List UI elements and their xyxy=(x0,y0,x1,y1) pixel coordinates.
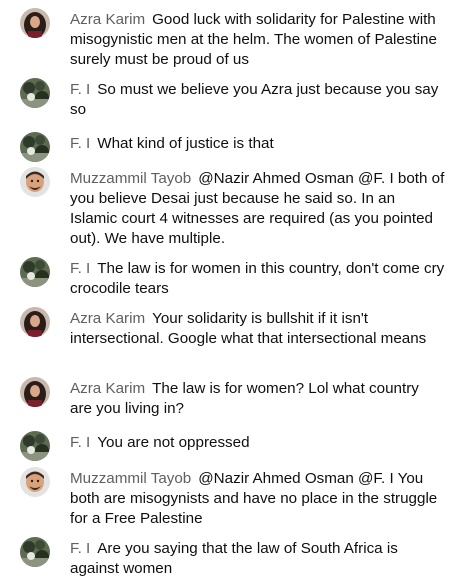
comment-text: You are not oppressed xyxy=(97,434,250,451)
comment: F. I So must we believe you Azra just bec… xyxy=(20,78,445,120)
landscape-avatar-icon[interactable] xyxy=(20,132,50,162)
woman-avatar-icon[interactable] xyxy=(20,8,50,38)
cartoon-man-avatar-icon[interactable] xyxy=(20,467,50,497)
comment: F. I You are not oppressed xyxy=(20,431,445,461)
comment-body: Azra Karim Good luck with solidarity for … xyxy=(70,10,445,70)
comment-text: So must we believe you Azra just because… xyxy=(70,81,439,118)
comment-body: F. I What kind of justice is that xyxy=(70,134,445,154)
comment: F. I The law is for women in this country… xyxy=(20,257,445,299)
comment-body: Azra Karim The law is for women? Lol what… xyxy=(70,379,445,419)
comment: Azra Karim Good luck with solidarity for … xyxy=(20,8,445,70)
landscape-avatar-icon[interactable] xyxy=(20,431,50,461)
comment-thread: Azra Karim Good luck with solidarity for … xyxy=(0,0,463,588)
comment-author[interactable]: Azra Karim xyxy=(70,380,145,397)
comment-author[interactable]: F. I xyxy=(70,434,90,451)
comment-body: F. I Are you saying that the law of South… xyxy=(70,539,445,579)
comment-author[interactable]: Muzzammil Tayob xyxy=(70,170,191,187)
cartoon-man-avatar-icon[interactable] xyxy=(20,167,50,197)
landscape-avatar-icon[interactable] xyxy=(20,257,50,287)
comment: F. I Are you saying that the law of South… xyxy=(20,537,445,579)
comment: Azra Karim Your solidarity is bullshit if… xyxy=(20,307,445,349)
comment-text: Are you saying that the law of South Afr… xyxy=(70,540,398,577)
landscape-avatar-icon[interactable] xyxy=(20,537,50,567)
landscape-avatar-icon[interactable] xyxy=(20,78,50,108)
comment-body: Muzzammil Tayob @Nazir Ahmed Osman @F. I … xyxy=(70,169,445,249)
comment-text: The law is for women in this country, do… xyxy=(70,260,445,297)
comment-author[interactable]: Muzzammil Tayob xyxy=(70,470,191,487)
comment-body: F. I You are not oppressed xyxy=(70,433,445,453)
comment: Muzzammil Tayob @Nazir Ahmed Osman @F. I … xyxy=(20,167,445,249)
comment: Muzzammil Tayob @Nazir Ahmed Osman @F. I … xyxy=(20,467,445,529)
comment-author[interactable]: F. I xyxy=(70,540,90,557)
comment-author[interactable]: Azra Karim xyxy=(70,11,145,28)
comment: F. I What kind of justice is that xyxy=(20,132,445,162)
woman-avatar-icon[interactable] xyxy=(20,307,50,337)
comment-body: Muzzammil Tayob @Nazir Ahmed Osman @F. I … xyxy=(70,469,445,529)
comment-text: What kind of justice is that xyxy=(97,135,274,152)
comment-author[interactable]: F. I xyxy=(70,135,90,152)
comment-body: F. I So must we believe you Azra just bec… xyxy=(70,80,445,120)
comment-body: F. I The law is for women in this country… xyxy=(70,259,445,299)
woman-avatar-icon[interactable] xyxy=(20,377,50,407)
comment-author[interactable]: F. I xyxy=(70,81,90,98)
comment: Azra Karim The law is for women? Lol what… xyxy=(20,377,445,419)
comment-body: Azra Karim Your solidarity is bullshit if… xyxy=(70,309,445,349)
comment-author[interactable]: Azra Karim xyxy=(70,310,145,327)
comment-author[interactable]: F. I xyxy=(70,260,90,277)
